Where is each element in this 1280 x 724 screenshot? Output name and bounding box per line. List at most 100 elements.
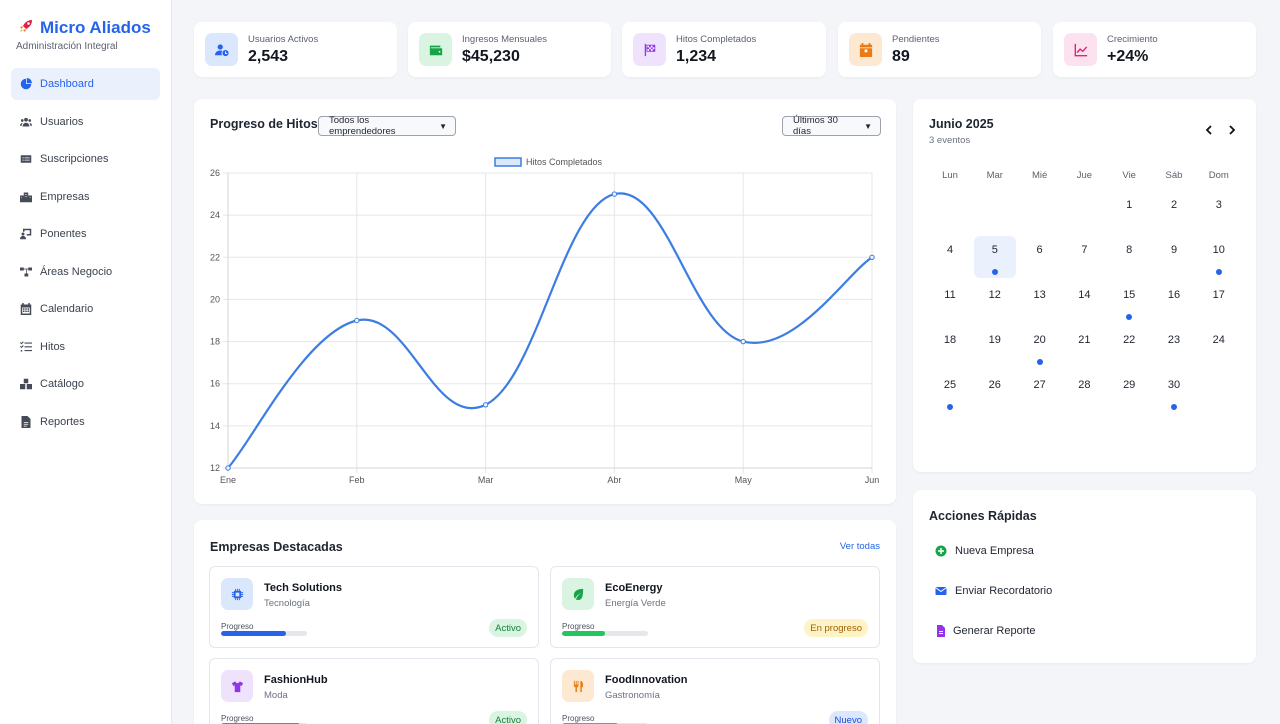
sidebar-item-dashboard[interactable]: Dashboard [11, 68, 160, 100]
calendar-day[interactable]: 11 [929, 281, 971, 323]
send-reminder-button[interactable]: Enviar Recordatorio [935, 585, 1052, 597]
calendar-day[interactable]: 22 [1108, 326, 1150, 368]
sidebar-item-reportes[interactable]: Reportes [11, 406, 160, 438]
sidebar-item-suscripciones[interactable]: Suscripciones [11, 143, 160, 175]
calendar-day[interactable]: 10 [1198, 236, 1240, 278]
company-card-foodinnovation[interactable]: FoodInnovation Gastronomía Progreso Nuev… [550, 658, 880, 724]
calendar-day[interactable]: 15 [1108, 281, 1150, 323]
envelope-icon [935, 587, 947, 595]
select-value: Últimos 30 días [793, 115, 838, 137]
sidebar-item-label: Usuarios [40, 115, 84, 128]
weekday-header: Dom [1208, 170, 1229, 181]
chevron-down-icon: ▼ [864, 121, 872, 131]
sitemap-icon [19, 265, 32, 278]
new-company-button[interactable]: Nueva Empresa [935, 545, 1034, 557]
calendar-day[interactable]: 24 [1198, 326, 1240, 368]
sidebar-item-label: Suscripciones [40, 153, 109, 165]
calendar-day[interactable]: 28 [1063, 371, 1105, 413]
file-icon [19, 415, 32, 428]
brand-title: Micro Aliados [40, 18, 151, 37]
progress-label: Progreso [221, 714, 254, 723]
day-number: 18 [943, 334, 957, 346]
y-tick-label: 16 [210, 379, 220, 389]
company-name: FashionHub [264, 674, 328, 686]
calendar-day[interactable]: 23 [1153, 326, 1195, 368]
date-range-select[interactable]: Últimos 30 días ▼ [782, 115, 881, 137]
calendar-day[interactable]: 9 [1153, 236, 1195, 278]
day-number: 28 [1078, 379, 1091, 391]
sidebar-item-usuarios[interactable]: Usuarios [11, 106, 160, 138]
calendar-day[interactable]: 29 [1108, 371, 1150, 413]
entrepreneur-filter-select[interactable]: Todos los emprendedores ▼ [318, 115, 456, 137]
x-tick-label: May [735, 475, 753, 485]
building-icon [19, 190, 32, 203]
progress-label: Progreso [221, 622, 254, 631]
day-number: 2 [1170, 199, 1178, 211]
day-number: 9 [1170, 244, 1178, 256]
sidebar-item-empresas[interactable]: Empresas [11, 181, 160, 213]
sidebar-item-label: Hitos [40, 340, 66, 353]
calendar-day[interactable]: 8 [1108, 236, 1150, 278]
day-number: 26 [988, 379, 1001, 391]
progress-bar [221, 631, 307, 636]
quick-action-label: Generar Reporte [953, 625, 1036, 637]
generate-report-button[interactable]: Generar Reporte [935, 625, 1036, 637]
calendar-day[interactable]: 3 [1198, 191, 1240, 233]
calendar-day[interactable]: 4 [929, 236, 971, 278]
progress-label: Progreso [562, 714, 595, 723]
x-tick-label: Mar [478, 475, 494, 485]
calendar-day[interactable]: 14 [1063, 281, 1105, 323]
day-number: 14 [1078, 289, 1091, 301]
x-tick-label: Jun [865, 475, 880, 485]
stat-value: +24% [1107, 47, 1149, 65]
stat-card-usuarios: Usuarios Activos 2,543 [194, 22, 397, 77]
sidebar-item-areas-negocio[interactable]: Áreas Negocio [11, 256, 160, 288]
calendar-day[interactable]: 2 [1153, 191, 1195, 233]
chevron-down-icon: ▼ [439, 121, 447, 131]
stat-label: Hitos Completados [676, 33, 757, 45]
sidebar-item-catalogo[interactable]: Catálogo [11, 368, 160, 400]
event-dot [1171, 404, 1177, 410]
sidebar-item-label: Catálogo [40, 378, 85, 390]
company-card-tech-solutions[interactable]: Tech Solutions Tecnología Progreso Activ… [209, 566, 539, 648]
quick-actions-card: Acciones Rápidas Nueva Empresa Enviar Re… [913, 490, 1256, 663]
company-card-fashionhub[interactable]: FashionHub Moda Progreso Activo [209, 658, 539, 724]
stat-value: 2,543 [248, 47, 289, 65]
calendar-day[interactable]: 30 [1153, 371, 1195, 413]
y-tick-label: 14 [210, 421, 220, 431]
calendar-day[interactable]: 12 [974, 281, 1016, 323]
day-number: 1 [1126, 199, 1133, 211]
calendar-day[interactable]: 26 [974, 371, 1016, 413]
calendar-day[interactable]: 25 [929, 371, 971, 413]
calendar-day[interactable]: 19 [974, 326, 1016, 368]
calendar-day[interactable]: 18 [929, 326, 971, 368]
calendar-day[interactable]: 27 [1019, 371, 1061, 413]
next-month-button[interactable] [1225, 123, 1239, 137]
sidebar-nav: Dashboard Usuarios Suscripciones Empresa… [0, 68, 171, 438]
day-number: 29 [1123, 379, 1136, 391]
prev-month-button[interactable] [1202, 123, 1216, 137]
calendar-day[interactable]: 6 [1019, 236, 1061, 278]
sidebar-item-calendario[interactable]: Calendario [11, 293, 160, 325]
data-point [482, 402, 489, 408]
calendar-day[interactable]: 20 [1019, 326, 1061, 368]
stat-value: $45,230 [462, 47, 520, 65]
calendar-day[interactable]: 17 [1198, 281, 1240, 323]
view-all-link[interactable]: Ver todas [840, 541, 880, 552]
calendar-day[interactable]: 16 [1153, 281, 1195, 323]
sidebar-item-label: Empresas [40, 190, 90, 203]
wallet-icon [419, 33, 452, 66]
calendar-day[interactable]: 1 [1108, 191, 1150, 233]
sidebar: Micro Aliados Administración Integral Da… [0, 0, 172, 724]
calendar-day[interactable]: 7 [1063, 236, 1105, 278]
users-icon [19, 115, 32, 128]
calendar-day[interactable]: 5 [973, 236, 1016, 278]
sidebar-item-ponentes[interactable]: Ponentes [11, 218, 160, 250]
featured-companies-title: Empresas Destacadas [210, 540, 343, 554]
calendar-day[interactable]: 21 [1063, 326, 1105, 368]
y-tick-label: 12 [210, 463, 220, 473]
sidebar-item-hitos[interactable]: Hitos [11, 331, 160, 363]
company-card-ecoenergy[interactable]: EcoEnergy Energía Verde Progreso En prog… [550, 566, 880, 648]
calendar-day[interactable]: 13 [1019, 281, 1061, 323]
x-tick-label: Abr [607, 475, 621, 485]
